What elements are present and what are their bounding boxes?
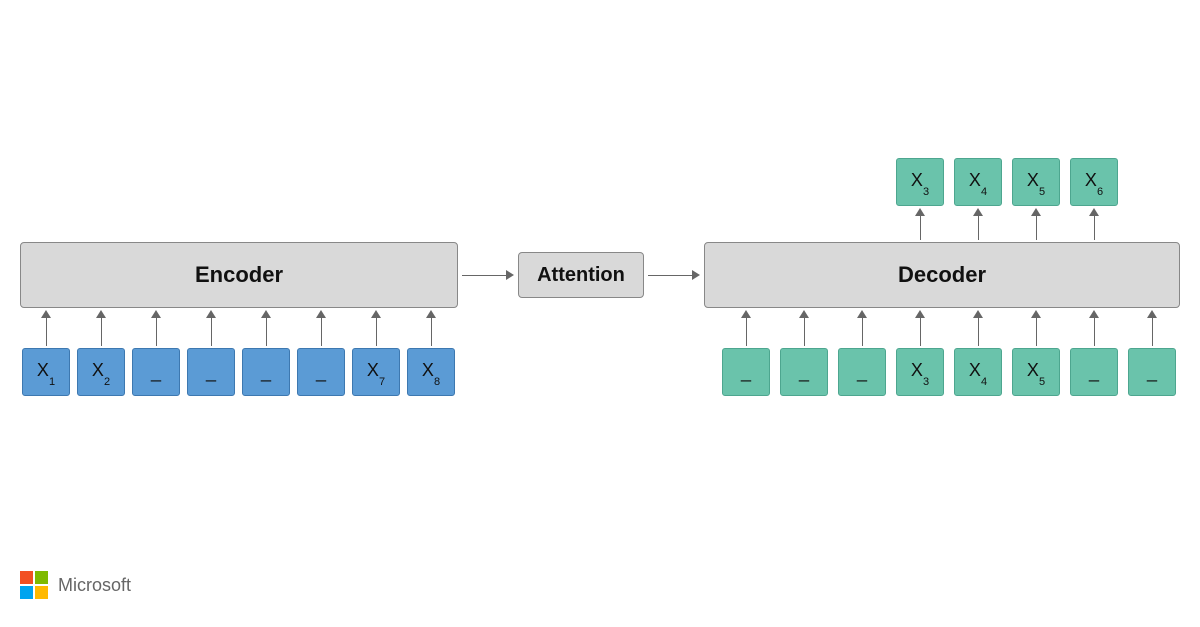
encoder-input-token-4: _ [242,348,290,396]
decoder-input-token-2: _ [838,348,886,396]
decoder-output-token-2: X5 [1012,158,1060,206]
encoder-input-token-3: _ [187,348,235,396]
arrow-encoder-in-4 [259,310,273,346]
microsoft-logo-text: Microsoft [58,575,131,596]
decoder-input-token-3: X3 [896,348,944,396]
arrow-decoder-in-6 [1087,310,1101,346]
encoder-input-token-1: X2 [77,348,125,396]
arrow-encoder-in-3 [204,310,218,346]
attention-label: Attention [537,264,625,287]
arrow-decoder-in-5 [1029,310,1043,346]
arrow-decoder-out-3 [1087,208,1101,240]
decoder-input-token-7: _ [1128,348,1176,396]
arrow-decoder-out-0 [913,208,927,240]
arrow-decoder-out-1 [971,208,985,240]
decoder-output-token-1: X4 [954,158,1002,206]
decoder-label: Decoder [898,262,986,288]
arrow-decoder-out-2 [1029,208,1043,240]
arrow-encoder-in-1 [94,310,108,346]
arrow-encoder-in-0 [39,310,53,346]
arrow-decoder-in-2 [855,310,869,346]
arrow-encoder-in-5 [314,310,328,346]
decoder-input-token-4: X4 [954,348,1002,396]
decoder-input-token-0: _ [722,348,770,396]
microsoft-logo: Microsoft [20,571,131,599]
arrow-encoder-in-2 [149,310,163,346]
arrow-encoder-to-attention [462,268,514,282]
arrow-decoder-in-7 [1145,310,1159,346]
arrow-decoder-in-1 [797,310,811,346]
decoder-input-token-5: X5 [1012,348,1060,396]
decoder-block: Decoder [704,242,1180,308]
microsoft-logo-icon [20,571,48,599]
decoder-input-token-6: _ [1070,348,1118,396]
arrow-decoder-in-4 [971,310,985,346]
arrow-attention-to-decoder [648,268,700,282]
decoder-output-token-3: X6 [1070,158,1118,206]
arrow-encoder-in-7 [424,310,438,346]
encoder-label: Encoder [195,262,283,288]
encoder-input-token-0: X1 [22,348,70,396]
decoder-input-token-1: _ [780,348,828,396]
encoder-input-token-2: _ [132,348,180,396]
diagram-canvas: Encoder Attention Decoder X1X2____X7X8 _… [0,0,1200,627]
encoder-input-token-7: X8 [407,348,455,396]
attention-block: Attention [518,252,644,298]
arrow-decoder-in-0 [739,310,753,346]
encoder-input-token-6: X7 [352,348,400,396]
arrow-encoder-in-6 [369,310,383,346]
encoder-block: Encoder [20,242,458,308]
encoder-input-token-5: _ [297,348,345,396]
arrow-decoder-in-3 [913,310,927,346]
decoder-output-token-0: X3 [896,158,944,206]
